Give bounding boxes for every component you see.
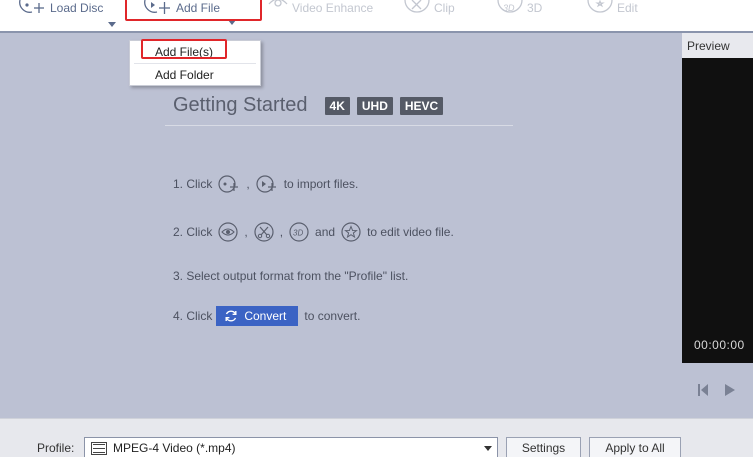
badge-4k: 4K [324, 96, 350, 115]
step-2: 2. Click , , 3D and to edit video file. [173, 222, 454, 242]
refresh-icon [225, 310, 237, 322]
menu-item-add-folder[interactable]: Add Folder [130, 64, 260, 86]
edit-label: Edit [617, 1, 638, 15]
3d-label: 3D [527, 1, 543, 15]
apply-to-all-button[interactable]: Apply to All [589, 437, 681, 457]
settings-button[interactable]: Settings [506, 437, 581, 457]
add-file-icon [256, 175, 278, 193]
scissors-icon [254, 222, 274, 242]
star-icon [341, 222, 361, 242]
3d-icon: 3D [497, 0, 523, 16]
step-2-prefix: 2. Click [173, 225, 213, 239]
load-disc-button[interactable]: Load Disc [18, 0, 103, 16]
step-2-and: and [315, 225, 336, 239]
load-disc-icon [218, 175, 240, 193]
profile-select[interactable]: MPEG-4 Video (*.mp4) [84, 437, 498, 457]
mpeg-format-icon [91, 441, 107, 455]
step-2-suffix: to edit video file. [367, 225, 454, 239]
step-1-comma: , [246, 177, 250, 191]
eye-icon [268, 0, 288, 16]
chevron-down-icon [484, 446, 492, 451]
add-file-highlight [125, 0, 262, 21]
load-disc-dropdown-icon[interactable] [108, 22, 116, 27]
step-2-comma-2: , [279, 225, 284, 239]
edit-button[interactable]: Edit [587, 0, 638, 16]
step-1-prefix: 1. Click [173, 177, 213, 191]
title-divider [165, 125, 513, 126]
preview-screen [682, 58, 753, 363]
convert-button-label: Convert [244, 309, 287, 323]
eye-icon [218, 222, 238, 242]
preview-time: 00:00:00 [694, 338, 745, 352]
toolbar: Load Disc Add File Video Enhance Clip 3D… [0, 0, 753, 33]
convert-button[interactable]: Convert [216, 306, 299, 326]
badge-hevc: HEVC [399, 96, 444, 115]
step-1: 1. Click , to import files. [173, 175, 358, 193]
load-disc-label: Load Disc [50, 1, 104, 15]
bottom-bar: Profile: MPEG-4 Video (*.mp4) Settings A… [0, 418, 753, 457]
step-4-prefix: 4. Click [173, 309, 213, 323]
step-4-suffix: to convert. [304, 309, 361, 323]
clip-label: Clip [434, 1, 455, 15]
scissors-icon [404, 0, 430, 16]
star-icon [587, 0, 613, 16]
video-enhance-button[interactable]: Video Enhance [268, 0, 373, 16]
load-disc-icon [18, 0, 46, 16]
svg-text:3D: 3D [503, 3, 515, 13]
step-1-suffix: to import files. [283, 177, 359, 191]
3d-button[interactable]: 3D 3D [497, 0, 542, 16]
profile-value: MPEG-4 Video (*.mp4) [113, 441, 236, 455]
play-icon[interactable] [725, 383, 735, 402]
badge-uhd: UHD [356, 96, 393, 115]
svg-text:3D: 3D [293, 229, 303, 238]
add-files-highlight [141, 39, 227, 59]
clip-button[interactable]: Clip [404, 0, 455, 16]
step-3-text: 3. Select output format from the "Profil… [173, 269, 409, 283]
step-4: 4. Click Convert to convert. [173, 306, 360, 326]
preview-controls [682, 363, 753, 418]
step-3: 3. Select output format from the "Profil… [173, 269, 408, 283]
getting-started-title: Getting Started 4K UHD HEVC [173, 94, 444, 117]
video-enhance-label: Video Enhance [292, 1, 374, 15]
step-2-comma-1: , [244, 225, 248, 239]
profile-label: Profile: [37, 441, 75, 455]
preview-label: Preview [682, 33, 753, 58]
3d-icon: 3D [289, 222, 309, 242]
getting-started-heading: Getting Started [173, 94, 308, 116]
previous-frame-icon[interactable] [698, 383, 708, 402]
